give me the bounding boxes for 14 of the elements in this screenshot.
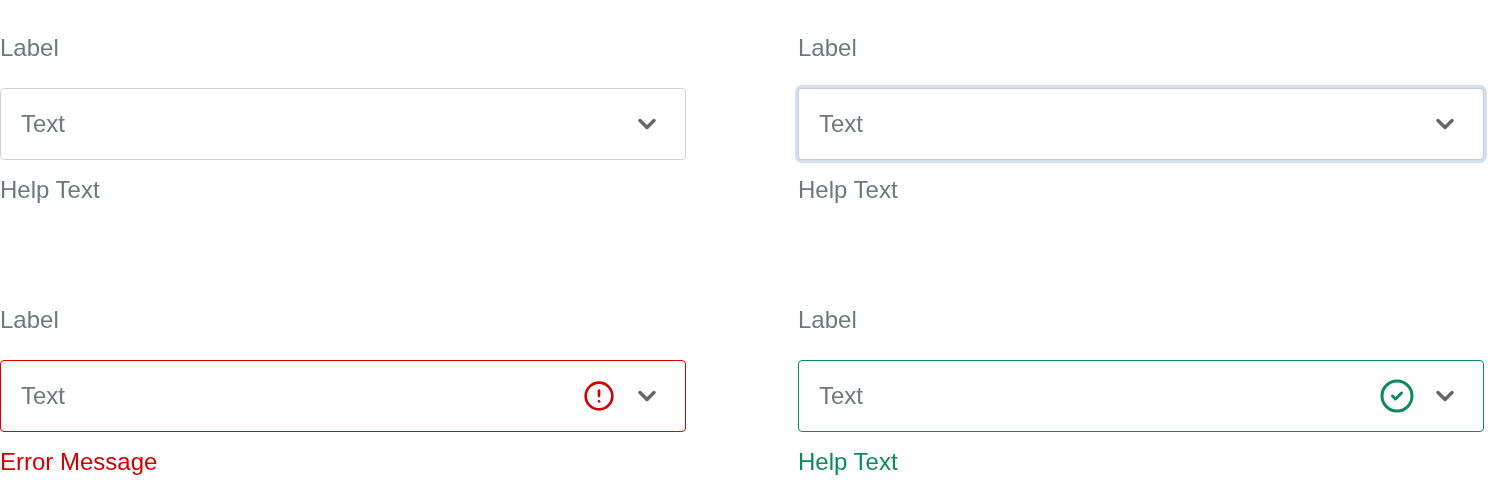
field-label: Label bbox=[0, 306, 59, 334]
help-text: Help Text bbox=[798, 176, 898, 204]
select-field[interactable]: Text bbox=[0, 360, 686, 432]
error-icon bbox=[583, 380, 615, 412]
field-label: Label bbox=[798, 306, 857, 334]
select-field[interactable]: Text bbox=[798, 88, 1484, 160]
help-text: Help Text bbox=[798, 448, 898, 476]
help-text: Help Text bbox=[0, 176, 100, 204]
error-message: Error Message bbox=[0, 448, 158, 476]
select-field[interactable]: Text bbox=[798, 360, 1484, 432]
field-label: Label bbox=[0, 34, 59, 62]
field-label: Label bbox=[798, 34, 857, 62]
select-field[interactable]: Text bbox=[0, 88, 686, 160]
check-circle-icon bbox=[1379, 378, 1415, 414]
